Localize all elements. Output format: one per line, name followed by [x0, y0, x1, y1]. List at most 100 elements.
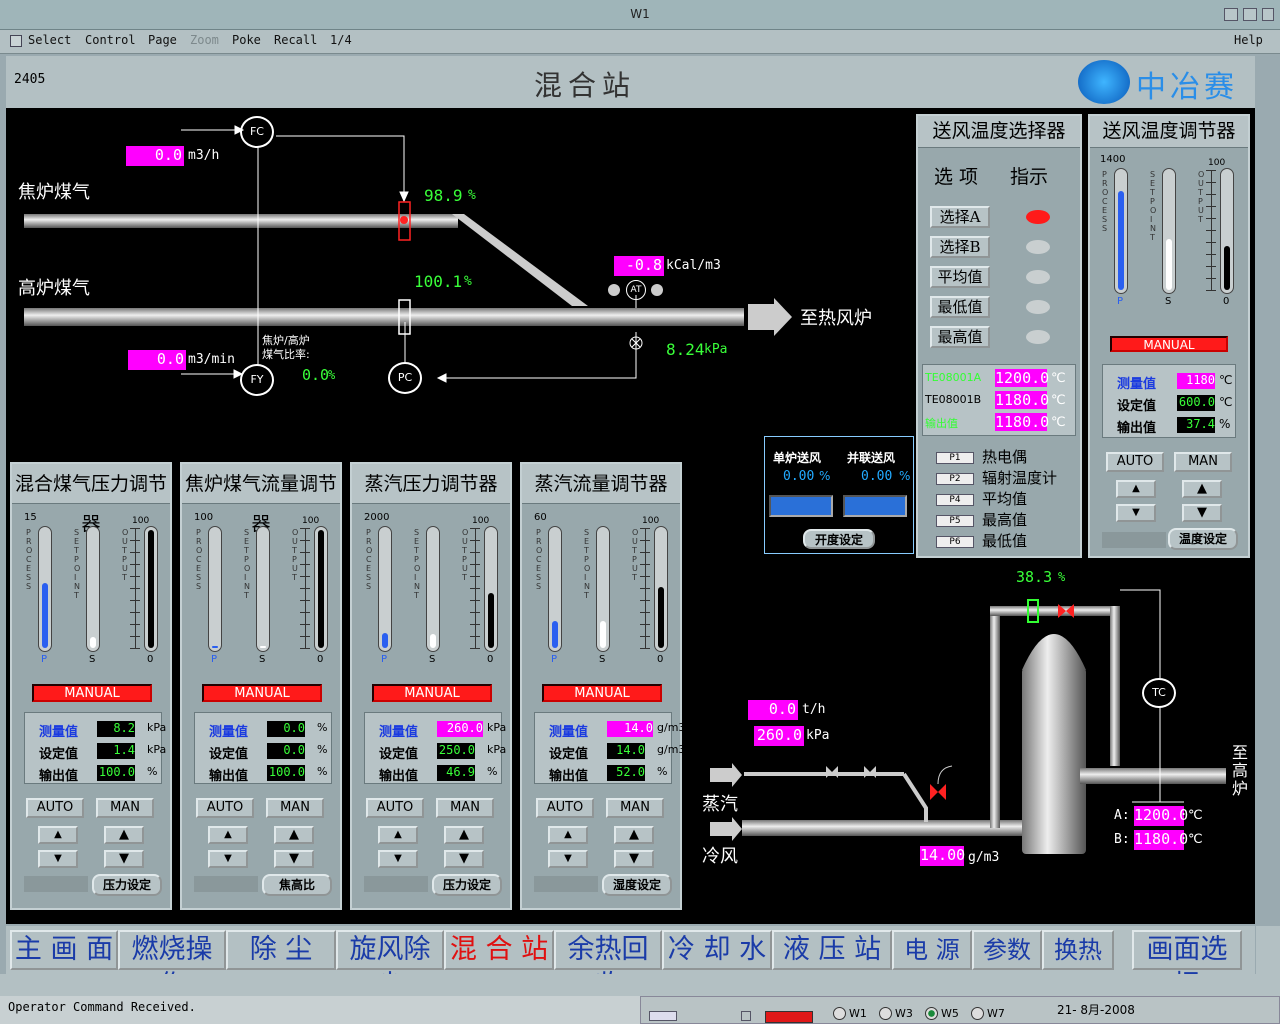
- window-radio-W5[interactable]: [925, 1007, 938, 1020]
- menu-control[interactable]: Control: [85, 33, 136, 47]
- setpoint-up-icon[interactable]: ▲: [614, 826, 654, 844]
- close-icon[interactable]: [1262, 8, 1274, 21]
- set-button[interactable]: 压力设定: [92, 874, 162, 896]
- setpoint-up-icon[interactable]: ▲: [274, 826, 314, 844]
- nav-10[interactable]: 参数: [972, 930, 1042, 970]
- nav-11[interactable]: 换热器: [1042, 930, 1114, 1000]
- nav-2[interactable]: 燃烧操作: [118, 930, 226, 1001]
- setpoint-up-icon[interactable]: ▲: [104, 826, 144, 844]
- setpoint-down-icon[interactable]: ▼: [444, 850, 484, 868]
- selector-option-5[interactable]: 最高值: [930, 326, 990, 348]
- window-radio-W7[interactable]: [971, 1007, 984, 1020]
- value-field[interactable]: 100.0: [97, 765, 135, 781]
- window-radio-W1[interactable]: [833, 1007, 846, 1020]
- set-button[interactable]: 湿度设定: [602, 874, 672, 896]
- manual-indicator[interactable]: MANUAL: [542, 684, 662, 702]
- output-down-small-icon[interactable]: ▼: [548, 850, 588, 868]
- setpoint-down-icon[interactable]: ▼: [274, 850, 314, 868]
- value-field[interactable]: 0.0: [267, 743, 305, 759]
- temp-auto-button[interactable]: AUTO: [1106, 452, 1164, 472]
- man-button[interactable]: MAN: [436, 798, 494, 818]
- nav-7[interactable]: 冷 却 水: [662, 930, 772, 970]
- selector-option-3[interactable]: 平均值: [930, 266, 990, 288]
- temp-setpoint-step-icon[interactable]: ▼: [1182, 504, 1222, 522]
- blower-box: 单炉送风 并联送风 0.00 % 0.00 % 开度设定: [764, 436, 914, 554]
- menu-checkbox[interactable]: [10, 35, 22, 47]
- menu-recall[interactable]: Recall: [274, 33, 317, 47]
- menu-page[interactable]: Page: [148, 33, 177, 47]
- nav-4[interactable]: 旋风除尘: [336, 930, 444, 1001]
- sensor-key-P5[interactable]: P5: [936, 515, 974, 527]
- temp-output-step-icon[interactable]: ▼: [1116, 504, 1156, 522]
- output-up-small-icon[interactable]: ▲: [38, 826, 78, 844]
- sensor-label: 最高值: [982, 511, 1028, 529]
- value-field[interactable]: 14.0: [607, 743, 645, 759]
- value-field[interactable]: 46.9: [437, 765, 475, 781]
- sensor-key-P2[interactable]: P2: [936, 473, 974, 485]
- manual-indicator[interactable]: MANUAL: [202, 684, 322, 702]
- value-field[interactable]: 52.0: [607, 765, 645, 781]
- parallel-blower-bar[interactable]: [843, 495, 907, 517]
- nav-3[interactable]: 除 尘: [226, 930, 336, 970]
- menu-poke[interactable]: Poke: [232, 33, 261, 47]
- value-field[interactable]: 1.4: [97, 743, 135, 759]
- pc-instrument[interactable]: PC: [388, 362, 422, 394]
- selector-option-1[interactable]: 选择A: [930, 206, 990, 228]
- output-down-small-icon[interactable]: ▼: [378, 850, 418, 868]
- temp-set-button[interactable]: 温度设定: [1168, 528, 1238, 550]
- auto-button[interactable]: AUTO: [196, 798, 254, 818]
- nav-6[interactable]: 余热回收: [554, 930, 662, 1001]
- man-button[interactable]: MAN: [266, 798, 324, 818]
- set-button[interactable]: 压力设定: [432, 874, 502, 896]
- gauge-fill: [552, 620, 558, 648]
- sensor-key-P4[interactable]: P4: [936, 494, 974, 506]
- man-button[interactable]: MAN: [606, 798, 664, 818]
- nav-1[interactable]: 主 画 面: [10, 930, 118, 970]
- maximize-icon[interactable]: [1243, 8, 1257, 21]
- nav-5[interactable]: 混 合 站: [444, 930, 554, 970]
- setpoint-up-icon[interactable]: ▲: [444, 826, 484, 844]
- temp-b-value: 1180.0: [1134, 830, 1189, 850]
- selector-option-2[interactable]: 选择B: [930, 236, 990, 258]
- sensor-key-P6[interactable]: P6: [936, 536, 974, 548]
- single-blower-bar[interactable]: [769, 495, 833, 517]
- fy-instrument[interactable]: FY: [240, 364, 274, 396]
- fc-instrument[interactable]: FC: [240, 116, 274, 148]
- output-up-small-icon[interactable]: ▲: [548, 826, 588, 844]
- man-button[interactable]: MAN: [96, 798, 154, 818]
- manual-indicator[interactable]: MANUAL: [32, 684, 152, 702]
- steam-pipe: [744, 772, 904, 776]
- nav-8[interactable]: 液 压 站: [772, 930, 892, 970]
- value-field[interactable]: 250.0: [437, 743, 475, 759]
- nav-9[interactable]: 电 源: [892, 930, 972, 970]
- temp-manual-indicator[interactable]: MANUAL: [1110, 336, 1228, 352]
- output-up-small-icon[interactable]: ▲: [378, 826, 418, 844]
- auto-button[interactable]: AUTO: [366, 798, 424, 818]
- auto-button[interactable]: AUTO: [536, 798, 594, 818]
- selector-option-4[interactable]: 最低值: [930, 296, 990, 318]
- value-field[interactable]: 100.0: [267, 765, 305, 781]
- auto-button[interactable]: AUTO: [26, 798, 84, 818]
- temp-value-field[interactable]: 600.0: [1177, 395, 1215, 411]
- set-button[interactable]: 焦高比: [262, 874, 332, 896]
- tc-instrument[interactable]: TC: [1142, 678, 1176, 708]
- window-radio-W3[interactable]: [879, 1007, 892, 1020]
- temp-man-button[interactable]: MAN: [1174, 452, 1232, 472]
- open-set-button[interactable]: 开度设定: [803, 529, 875, 549]
- nav-12[interactable]: 画面选择: [1132, 930, 1242, 1001]
- menu-select[interactable]: Select: [28, 33, 71, 47]
- manual-indicator[interactable]: MANUAL: [372, 684, 492, 702]
- setpoint-down-icon[interactable]: ▼: [614, 850, 654, 868]
- output-down-small-icon[interactable]: ▼: [208, 850, 248, 868]
- at-instrument[interactable]: AT: [626, 280, 646, 300]
- temp-setpoint-step-icon[interactable]: ▲: [1182, 480, 1222, 498]
- menu-help[interactable]: Help: [1234, 33, 1263, 47]
- temp-value-field[interactable]: 37.4: [1177, 417, 1215, 433]
- menu-zoom[interactable]: Zoom: [190, 33, 219, 47]
- minimize-icon[interactable]: [1224, 8, 1238, 21]
- output-up-small-icon[interactable]: ▲: [208, 826, 248, 844]
- sensor-key-P1[interactable]: P1: [936, 452, 974, 464]
- setpoint-down-icon[interactable]: ▼: [104, 850, 144, 868]
- output-down-small-icon[interactable]: ▼: [38, 850, 78, 868]
- temp-output-step-icon[interactable]: ▲: [1116, 480, 1156, 498]
